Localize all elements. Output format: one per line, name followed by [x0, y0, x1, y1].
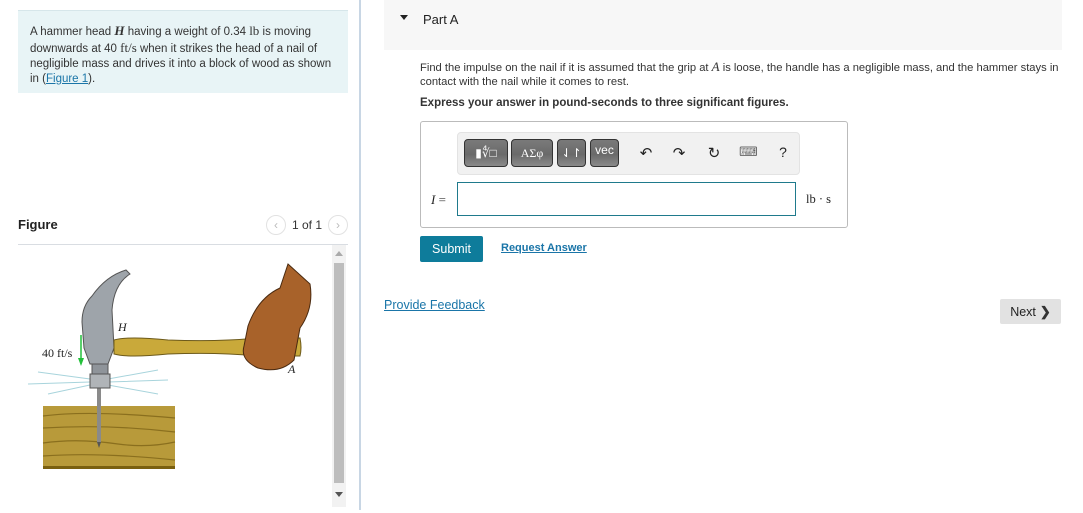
greek-symbols-button[interactable]: ΑΣφ [511, 139, 553, 167]
math-toolbar: ▮∜□ ΑΣφ ⇃↾ vec ↶ ↷ ↻ ⌨ ? [457, 132, 800, 175]
figure-link[interactable]: Figure 1 [46, 73, 88, 85]
pager-text: 1 of 1 [291, 218, 322, 232]
figure-image: 40 ft/s H A [18, 248, 330, 508]
keyboard-icon[interactable]: ⌨ [739, 144, 758, 160]
answer-variable-label: I = [431, 192, 446, 208]
next-label: Next [1010, 304, 1036, 319]
templates-icon: ▮∜□ [475, 146, 497, 160]
answer-instruction: Express your answer in pound-seconds to … [420, 97, 789, 109]
next-figure-button[interactable]: › [328, 215, 348, 235]
answer-input[interactable] [457, 182, 796, 216]
next-button[interactable]: Next ❯ [1000, 299, 1061, 324]
problem-text: A hammer head [30, 26, 115, 38]
provide-feedback-link[interactable]: Provide Feedback [384, 298, 485, 312]
answer-unit: lb · s [806, 192, 831, 206]
figure-pager: ‹ 1 of 1 › [265, 215, 348, 235]
undo-icon[interactable]: ↶ [637, 144, 655, 162]
wood-edge [43, 466, 175, 469]
equals-sign: = [435, 192, 446, 207]
greek-icon: ΑΣφ [520, 145, 544, 160]
chevron-right-icon: › [336, 218, 340, 232]
figure-scrollbar[interactable] [332, 245, 346, 507]
scroll-thumb[interactable] [334, 263, 344, 483]
reset-icon[interactable]: ↻ [705, 144, 723, 162]
variable-H: H [114, 23, 125, 38]
submit-label: Submit [432, 242, 471, 256]
problem-statement: A hammer head H having a weight of 0.34 … [18, 10, 348, 93]
arrows-button[interactable]: ⇃↾ [557, 139, 586, 167]
panel-divider [359, 0, 361, 510]
velocity-label: 40 ft/s [42, 346, 73, 360]
wood-block [43, 406, 175, 469]
vector-button[interactable]: vec [590, 139, 619, 167]
vec-label: vec [595, 143, 614, 157]
submit-button[interactable]: Submit [420, 236, 483, 262]
left-panel: A hammer head H having a weight of 0.34 … [0, 0, 360, 510]
chevron-left-icon: ‹ [273, 218, 278, 232]
prev-figure-button[interactable]: ‹ [265, 215, 286, 235]
figure-title: Figure [18, 217, 58, 232]
question-text: Find the impulse on the nail if it is as… [420, 60, 1060, 89]
chevron-right-icon: ❯ [1039, 303, 1051, 319]
redo-icon[interactable]: ↷ [670, 144, 688, 162]
part-label: Part A [423, 12, 459, 27]
grip-label: A [288, 362, 296, 376]
question-part: Find the impulse on the nail if it is as… [420, 62, 712, 74]
scroll-down-icon[interactable] [335, 492, 343, 497]
scroll-up-icon[interactable] [335, 251, 343, 256]
velocity-arrowhead [78, 358, 84, 366]
hammer-neck [91, 363, 109, 375]
nail [97, 386, 101, 442]
answer-box: ▮∜□ ΑΣφ ⇃↾ vec ↶ ↷ ↻ ⌨ ? I = lb · s [420, 121, 848, 228]
variable-A: A [711, 59, 720, 74]
part-a-header[interactable]: Part A [384, 0, 1062, 50]
hammer-label: H [118, 320, 127, 334]
templates-button[interactable]: ▮∜□ [464, 139, 508, 167]
unit-lb: lb [249, 23, 260, 38]
hammer-nail-illustration [27, 263, 312, 469]
problem-text: having a weight of 0.34 [124, 26, 250, 38]
collapse-triangle-icon[interactable] [400, 15, 408, 20]
arrows-icon: ⇃↾ [561, 146, 582, 160]
unit-fts: ft/s [120, 40, 137, 55]
problem-text: ). [88, 73, 96, 85]
help-button[interactable]: ? [774, 144, 792, 160]
figure-header: Figure ‹ 1 of 1 › [18, 215, 348, 245]
request-answer-link[interactable]: Request Answer [501, 242, 587, 254]
hammer-face [89, 373, 111, 389]
